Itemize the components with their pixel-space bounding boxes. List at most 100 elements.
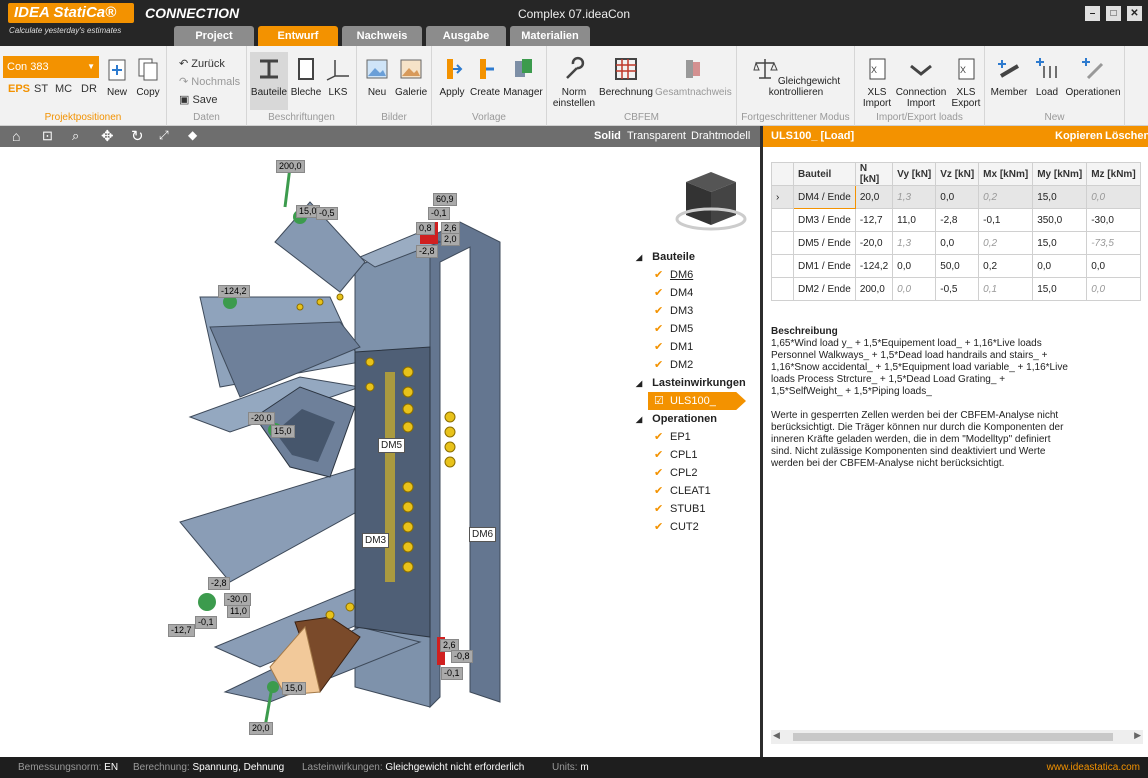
tree-item-cpl1[interactable]: ✔ CPL1 <box>636 446 746 464</box>
new-load-button[interactable]: Load <box>1031 56 1063 98</box>
checkbox-icon[interactable]: ✔ <box>654 450 664 461</box>
checkbox-icon[interactable]: ✔ <box>654 468 664 479</box>
tree-item-cut2[interactable]: ✔ CUT2 <box>636 518 746 536</box>
table-cell[interactable]: 15,0 <box>1032 231 1088 255</box>
tree-group-lasteinwirkungen[interactable]: ◢ Lasteinwirkungen <box>636 374 746 392</box>
code-dr[interactable]: DR <box>81 83 97 95</box>
tree-item-cleat1[interactable]: ✔ CLEAT1 <box>636 482 746 500</box>
xls-export-button[interactable]: X XLS Export <box>949 56 983 109</box>
table-cell[interactable]: DM2 / Ende <box>793 277 856 301</box>
copy-connection-button[interactable]: Copy <box>134 56 162 98</box>
row-selector[interactable] <box>771 231 794 255</box>
tab-materialien[interactable]: Materialien <box>510 26 590 46</box>
table-row[interactable]: DM1 / Ende -124,2 0,0 50,0 0,2 0,0 0,0 <box>771 254 1141 278</box>
row-selector[interactable] <box>771 208 794 232</box>
horizontal-scrollbar[interactable]: ◀ ▶ <box>771 730 1143 744</box>
zoom-extents-icon[interactable]: ⤢ <box>159 128 169 143</box>
tree-item-cpl2[interactable]: ✔ CPL2 <box>636 464 746 482</box>
table-row[interactable]: DM2 / Ende 200,0 0,0 -0,5 0,1 15,0 0,0 <box>771 277 1141 301</box>
tree-item-dm3[interactable]: ✔ DM3 <box>636 302 746 320</box>
checkbox-icon[interactable]: ✔ <box>654 486 664 497</box>
tree-group-bauteile[interactable]: ◢ Bauteile <box>636 248 746 266</box>
checkbox-icon[interactable]: ✔ <box>654 288 664 299</box>
checkbox-icon[interactable]: ✔ <box>654 324 664 335</box>
checkbox-icon[interactable]: ✔ <box>654 432 664 443</box>
new-picture-button[interactable]: Neu <box>363 56 391 98</box>
copy-load-button[interactable]: Kopieren <box>1055 126 1103 147</box>
zoom-window-icon[interactable]: ⊡ <box>42 128 53 144</box>
template-manager-button[interactable]: Manager <box>502 56 544 98</box>
table-cell[interactable]: DM5 / Ende <box>793 231 856 255</box>
create-template-button[interactable]: Create <box>469 56 501 98</box>
label-bleche-button[interactable]: Bleche <box>290 56 322 98</box>
maximize-icon[interactable]: □ <box>1106 6 1121 21</box>
table-cell[interactable]: 50,0 <box>935 254 980 278</box>
row-selector[interactable] <box>771 254 794 278</box>
new-connection-button[interactable]: New <box>104 56 130 98</box>
checkbox-icon[interactable]: ✔ <box>654 522 664 533</box>
table-cell[interactable]: -0,5 <box>935 277 980 301</box>
tree-item-uls100[interactable]: ☑ ULS100_ <box>648 392 746 410</box>
rotate-icon[interactable]: ↻ <box>131 127 144 145</box>
xls-import-button[interactable]: X XLS Import <box>859 56 895 109</box>
table-cell[interactable]: 0,0 <box>892 254 937 278</box>
website-link[interactable]: www.ideastatica.com <box>1047 757 1140 778</box>
delete-load-button[interactable]: Löschen <box>1105 126 1148 147</box>
gallery-button[interactable]: Galerie <box>395 56 427 98</box>
checkbox-icon[interactable]: ☑ <box>654 396 664 407</box>
table-cell[interactable]: 0,0 <box>935 185 980 209</box>
row-selector-icon[interactable]: › <box>771 185 794 209</box>
table-row[interactable]: › DM4 / Ende 20,0 1,3 0,0 0,2 15,0 0,0 <box>771 185 1141 209</box>
eraser-icon[interactable]: ◆ <box>188 128 197 142</box>
connection-select[interactable]: Con 383 ▼ <box>3 56 99 78</box>
checkbox-icon[interactable]: ✔ <box>654 306 664 317</box>
table-cell[interactable]: 0,0 <box>1086 254 1141 278</box>
table-cell[interactable]: 0,0 <box>1032 254 1088 278</box>
home-icon[interactable]: ⌂ <box>12 128 20 144</box>
tree-item-dm4[interactable]: ✔ DM4 <box>636 284 746 302</box>
table-cell[interactable]: 0,0 <box>935 231 980 255</box>
table-cell[interactable]: 11,0 <box>892 208 937 232</box>
table-cell[interactable]: 15,0 <box>1032 277 1088 301</box>
tree-item-dm1[interactable]: ✔ DM1 <box>636 338 746 356</box>
connection-import-button[interactable]: Connection Import <box>895 56 947 109</box>
table-cell[interactable]: 200,0 <box>854 277 894 301</box>
back-button[interactable]: ↶ Zurück <box>179 57 225 70</box>
collapse-icon[interactable]: ◢ <box>636 253 642 262</box>
checkbox-icon[interactable]: ✔ <box>654 342 664 353</box>
label-bauteile-button[interactable]: Bauteile <box>250 52 288 110</box>
calculation-button[interactable]: Berechnung <box>599 56 653 98</box>
view-cube-icon[interactable] <box>674 167 748 237</box>
new-member-button[interactable]: Member <box>989 56 1029 98</box>
table-row[interactable]: DM3 / Ende -12,7 11,0 -2,8 -0,1 350,0 -3… <box>771 208 1141 232</box>
scroll-right-icon[interactable]: ▶ <box>1134 730 1141 741</box>
scrollbar-thumb[interactable] <box>793 733 1113 741</box>
tree-group-operationen[interactable]: ◢ Operationen <box>636 410 746 428</box>
view-mode-solid[interactable]: Solid <box>594 130 621 142</box>
collapse-icon[interactable]: ◢ <box>636 379 642 388</box>
code-mc[interactable]: MC <box>55 83 72 95</box>
overall-check-button[interactable]: Gesamtnachweis <box>655 56 732 98</box>
tree-item-dm2[interactable]: ✔ DM2 <box>636 356 746 374</box>
checkbox-icon[interactable]: ✔ <box>654 270 664 281</box>
tree-item-dm5[interactable]: ✔ DM5 <box>636 320 746 338</box>
table-cell[interactable]: 350,0 <box>1032 208 1088 232</box>
table-cell[interactable]: DM4 / Ende <box>793 185 856 209</box>
table-cell[interactable]: -20,0 <box>854 231 894 255</box>
tree-item-stub1[interactable]: ✔ STUB1 <box>636 500 746 518</box>
pan-icon[interactable]: ✥ <box>101 127 114 145</box>
norm-settings-button[interactable]: Norm einstellen <box>551 56 597 109</box>
label-lks-button[interactable]: LKS <box>323 56 353 98</box>
zoom-icon[interactable]: ⌕ <box>72 128 79 144</box>
table-cell[interactable]: -30,0 <box>1086 208 1141 232</box>
table-row[interactable]: DM5 / Ende -20,0 1,3 0,0 0,2 15,0 -73,5 <box>771 231 1141 255</box>
table-cell[interactable]: DM1 / Ende <box>793 254 856 278</box>
tree-item-ep1[interactable]: ✔ EP1 <box>636 428 746 446</box>
tab-project[interactable]: Project <box>174 26 254 46</box>
table-cell[interactable]: DM3 / Ende <box>793 208 856 232</box>
collapse-icon[interactable]: ◢ <box>636 415 642 424</box>
code-st[interactable]: ST <box>34 83 48 95</box>
checkbox-icon[interactable]: ✔ <box>654 360 664 371</box>
view-mode-transparent[interactable]: Transparent <box>627 130 686 142</box>
table-cell[interactable]: -124,2 <box>854 254 894 278</box>
